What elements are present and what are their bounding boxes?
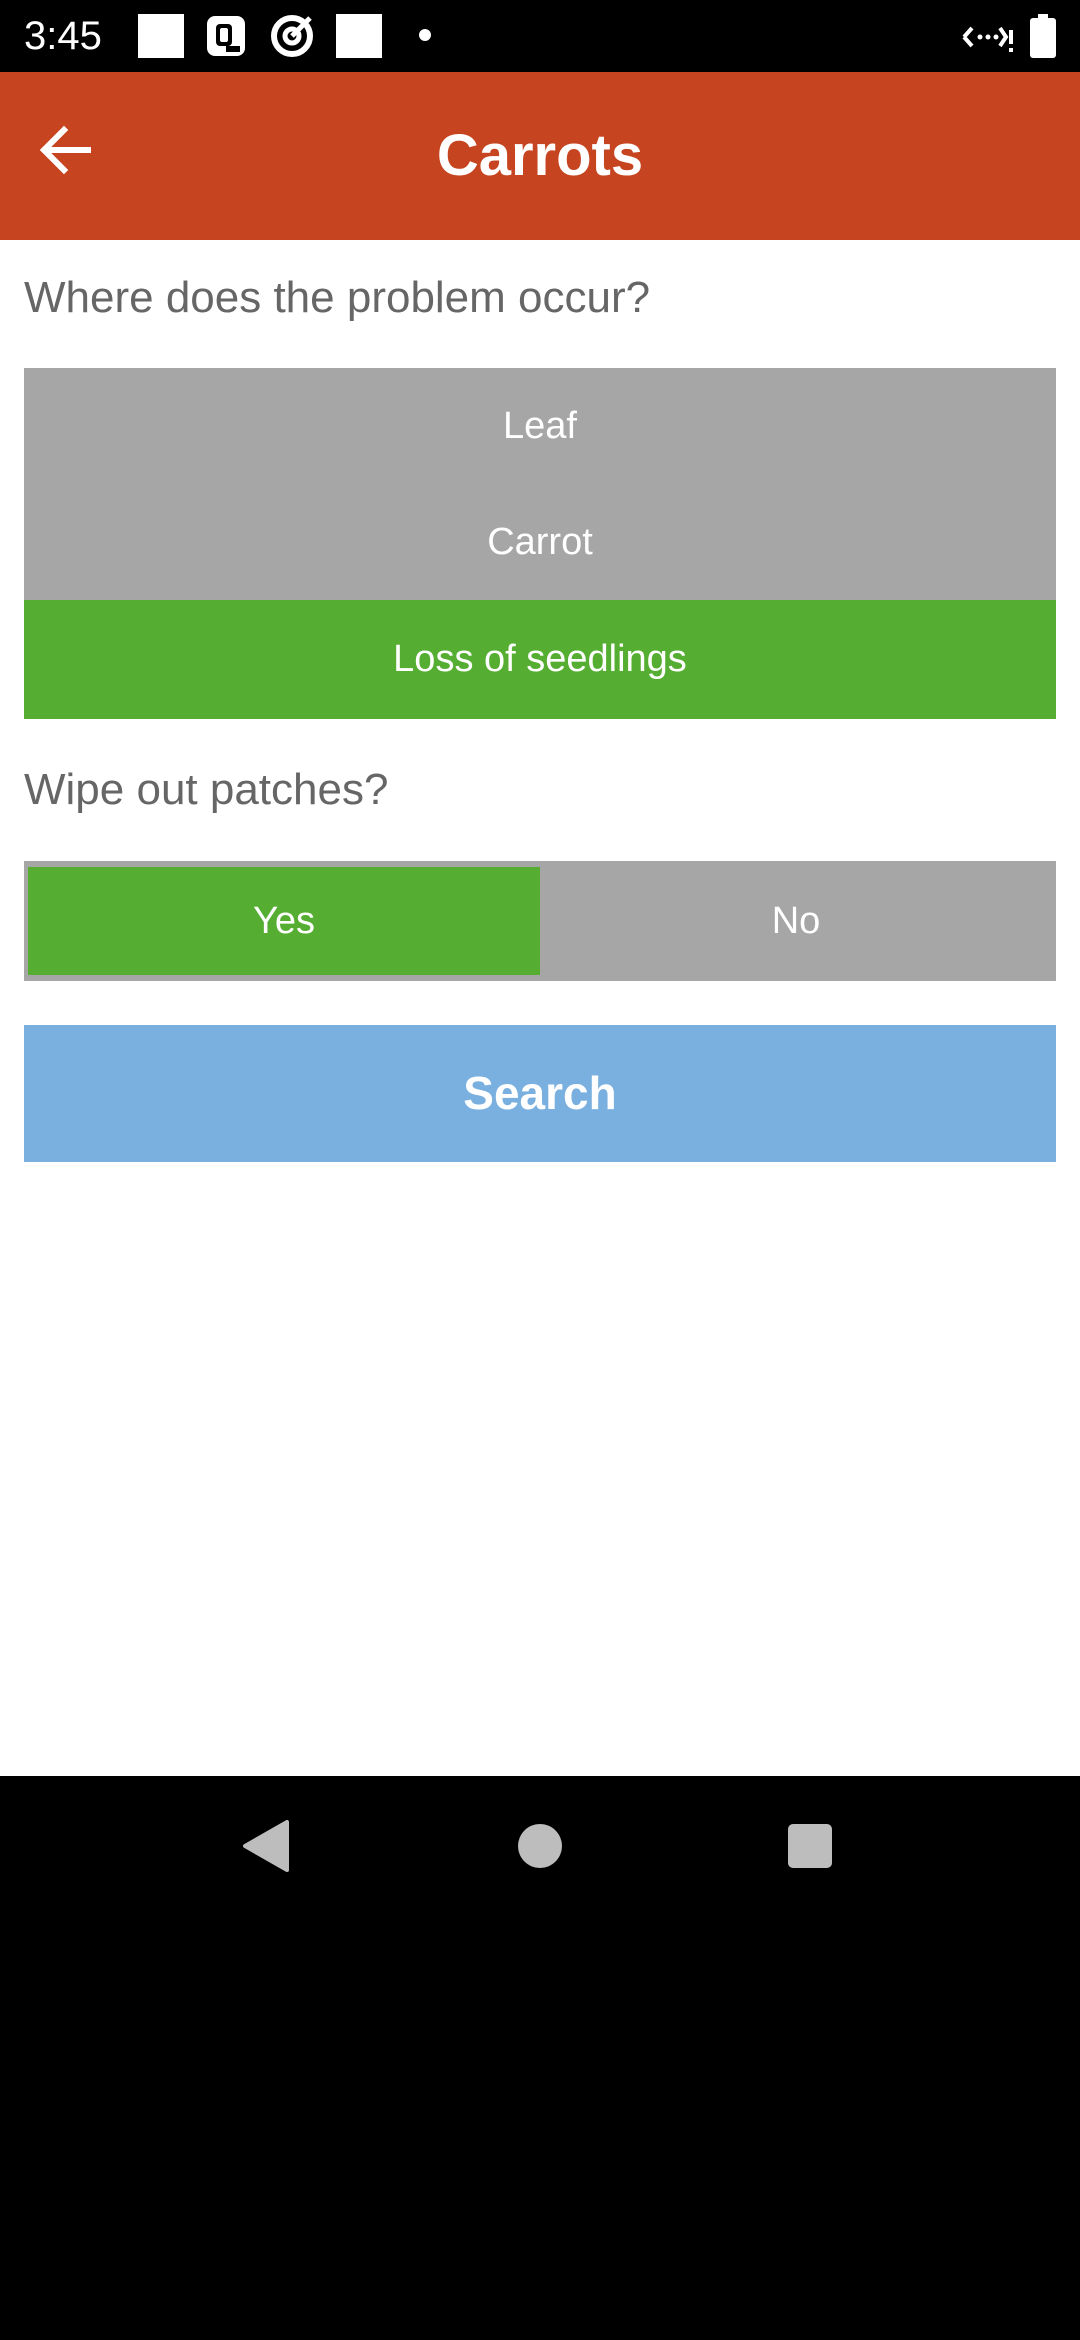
nav-back-button[interactable] xyxy=(230,1812,302,1884)
question-location-label: Where does the problem occur? xyxy=(24,273,651,322)
option-no[interactable]: No xyxy=(540,867,1052,975)
dot-icon xyxy=(418,28,432,47)
back-triangle-icon xyxy=(241,1819,291,1878)
nav-recents-button[interactable] xyxy=(774,1812,846,1884)
signal-icon xyxy=(962,20,1014,59)
screen: 3:45 Carrots Where does the problem occu… xyxy=(0,0,1080,2340)
option-leaf[interactable]: Leaf xyxy=(24,368,1056,485)
arrow-left-icon xyxy=(38,125,94,180)
page-title: Carrots xyxy=(436,123,644,188)
battery-icon xyxy=(1030,14,1056,63)
d-app-icon xyxy=(206,14,246,63)
option-yes[interactable]: Yes xyxy=(28,867,540,975)
question-patches-label: Wipe out patches? xyxy=(24,765,389,814)
home-circle-icon xyxy=(516,1822,564,1875)
status-bar: 3:45 xyxy=(0,0,1080,72)
option-loss-of-seedlings[interactable]: Loss of seedlings xyxy=(24,600,1056,719)
target-app-icon xyxy=(270,14,314,63)
search-button[interactable]: Search xyxy=(24,1025,1056,1162)
nav-home-button[interactable] xyxy=(504,1812,576,1884)
location-option-list: Leaf Carrot Loss of seedlings xyxy=(24,368,1056,719)
patches-toggle-group: Yes No xyxy=(24,861,1056,981)
notification-square-icon xyxy=(138,14,184,63)
content-area: Where does the problem occur? Leaf Carro… xyxy=(0,240,1080,1776)
notification-square-icon xyxy=(336,14,382,63)
status-time: 3:45 xyxy=(24,14,102,58)
option-carrot[interactable]: Carrot xyxy=(24,485,1056,600)
back-button[interactable] xyxy=(26,112,106,192)
recents-square-icon xyxy=(786,1822,834,1875)
app-bar: Carrots xyxy=(0,72,1080,240)
navigation-bar xyxy=(0,1776,1080,1920)
